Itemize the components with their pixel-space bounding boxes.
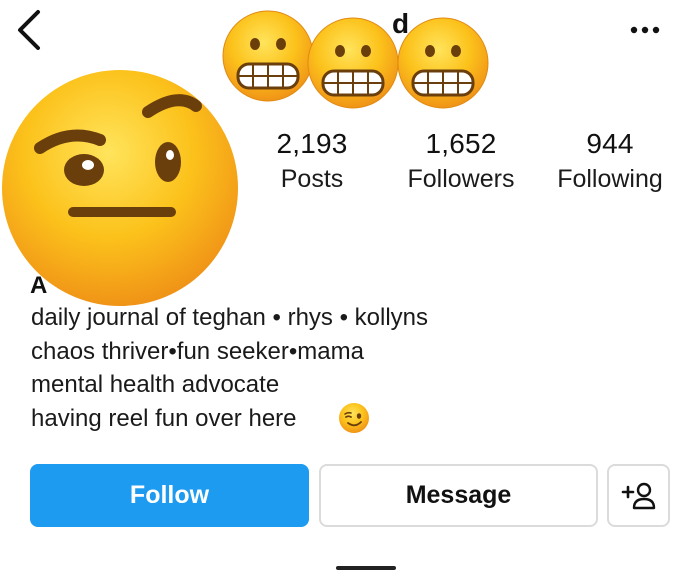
more-horizontal-icon: [630, 26, 660, 34]
stat-following-label: Following: [557, 165, 663, 193]
grimacing-emoji-stickers: [222, 10, 489, 109]
bio-line: mental health advocate: [31, 371, 280, 398]
tab-indicator: [336, 566, 396, 570]
stat-following-count: 944: [586, 128, 634, 159]
bio-line: chaos thriver•fun seeker•mama: [31, 338, 364, 365]
raised-eyebrow-emoji[interactable]: [0, 70, 252, 310]
message-button[interactable]: Message: [319, 464, 598, 527]
back-button[interactable]: [10, 8, 50, 52]
stat-posts[interactable]: 2,193 Posts: [242, 130, 382, 192]
suggested-users-button[interactable]: [607, 464, 670, 527]
stat-following[interactable]: 944 Following: [540, 130, 680, 192]
grimacing-emoji-2: [307, 17, 399, 109]
stat-followers-label: Followers: [407, 165, 515, 193]
stat-posts-label: Posts: [280, 165, 344, 193]
chevron-left-icon: [18, 10, 40, 50]
add-person-icon: [621, 482, 655, 509]
grimacing-emoji-3: [397, 17, 489, 109]
winking-face-emoji: [339, 403, 369, 433]
more-options-button[interactable]: [622, 18, 668, 42]
stat-posts-count: 2,193: [276, 128, 348, 159]
stat-followers[interactable]: 1,652 Followers: [391, 130, 531, 192]
bio-line: having reel fun over here: [31, 405, 297, 432]
follow-button[interactable]: Follow: [30, 464, 309, 527]
bio-line: daily journal of teghan • rhys • kollyns: [31, 304, 429, 331]
stat-followers-count: 1,652: [425, 128, 497, 159]
